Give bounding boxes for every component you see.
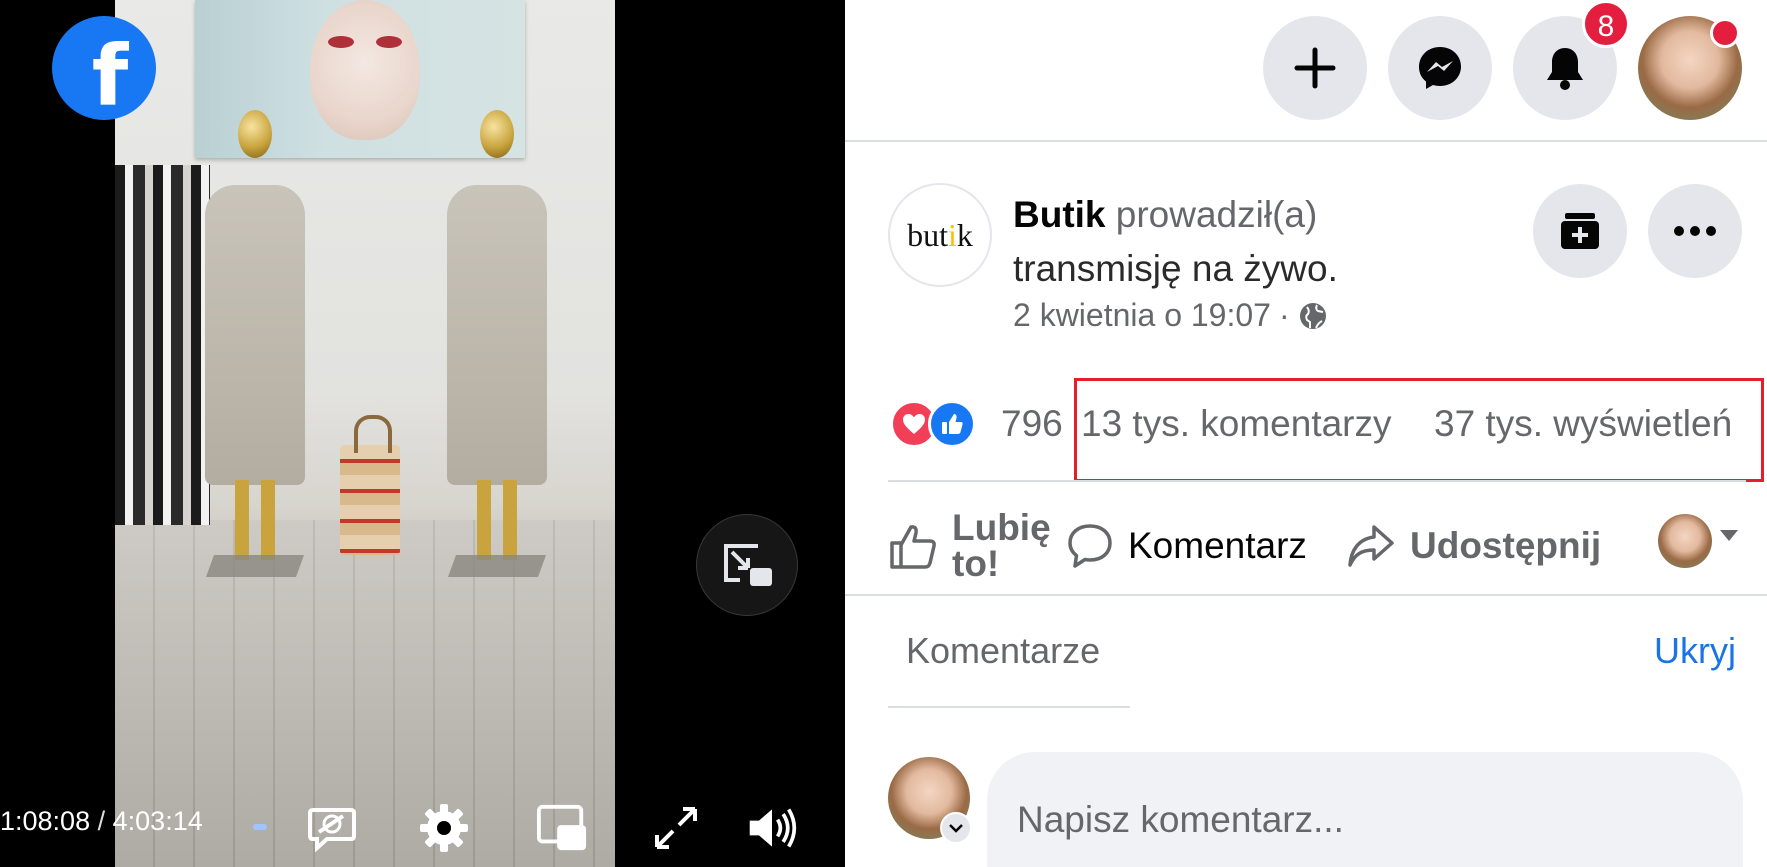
page-name[interactable]: Butik	[1013, 194, 1106, 235]
captions-off-icon[interactable]	[306, 802, 358, 854]
save-box-icon	[1561, 213, 1599, 249]
bell-icon	[1547, 48, 1583, 90]
share-label: Udostępnij	[1410, 525, 1602, 566]
page-logo-text: but	[907, 216, 948, 253]
divider	[888, 480, 1746, 482]
settings-icon[interactable]	[418, 802, 470, 854]
like-reaction-icon	[928, 400, 976, 448]
handbag	[340, 415, 400, 555]
ellipsis-icon	[1674, 226, 1716, 236]
comment-button[interactable]: Komentarz	[1066, 500, 1307, 592]
time-total: 4:03:14	[112, 806, 203, 836]
notification-badge: 8	[1582, 0, 1630, 48]
like-label: Lubię to!	[952, 507, 1051, 584]
reaction-count[interactable]: 796	[1001, 403, 1063, 445]
comments-count[interactable]: 13 tys. komentarzy	[1081, 403, 1392, 445]
page-logo-text-end: k	[956, 216, 973, 253]
action-bar: Lubię to! Komentarz Udostępnij	[888, 500, 1746, 592]
video-frame[interactable]	[115, 0, 615, 867]
post-header: Butik prowadził(a) transmisję na żywo.	[1013, 188, 1513, 296]
post-action-line2: transmisję na żywo.	[1013, 248, 1338, 289]
picture-face	[310, 0, 420, 140]
time-current: 1:08:08	[0, 806, 91, 836]
like-button[interactable]: Lubię to!	[888, 500, 1051, 592]
page-logo-dot: i	[948, 216, 957, 253]
more-options-button[interactable]	[1648, 184, 1742, 278]
minimize-icon	[724, 544, 772, 586]
page-logo[interactable]: but i k	[888, 183, 992, 287]
hide-comments-link[interactable]: Ukryj	[1654, 630, 1736, 672]
chevron-down-icon[interactable]	[1720, 530, 1738, 541]
profile-status-dot	[1710, 18, 1740, 48]
mannequin-right	[437, 110, 557, 577]
facebook-logo-letter: f	[91, 27, 129, 120]
share-arrow-icon	[1348, 525, 1394, 567]
comments-underline	[888, 706, 1130, 708]
minimize-video-button[interactable]	[696, 514, 798, 616]
comment-bubble-icon	[1068, 524, 1112, 568]
post-action-line1: prowadził(a)	[1115, 194, 1318, 235]
reaction-as-avatar[interactable]	[1658, 514, 1712, 568]
create-plus-icon	[1294, 47, 1336, 89]
video-player[interactable]: f 1:08:08 / 4:03:14	[0, 0, 845, 867]
comment-label: Komentarz	[1128, 525, 1307, 566]
divider	[845, 594, 1767, 596]
share-button[interactable]: Udostępnij	[1346, 500, 1601, 592]
facebook-logo[interactable]: f	[52, 16, 156, 120]
messenger-icon	[1419, 47, 1461, 89]
volume-icon[interactable]	[746, 802, 798, 854]
like-label-line1: Lubię	[952, 507, 1051, 548]
video-time: 1:08:08 / 4:03:14	[0, 806, 203, 837]
fullscreen-icon[interactable]	[650, 802, 702, 854]
post-timestamp[interactable]: 2 kwietnia o 19:07	[1013, 297, 1271, 334]
thumbs-up-icon	[890, 525, 936, 569]
reactions[interactable]	[890, 400, 976, 448]
save-post-button[interactable]	[1533, 184, 1627, 278]
progress-bar[interactable]	[253, 824, 267, 830]
like-label-line2: to!	[952, 543, 1000, 584]
globe-icon	[1299, 302, 1326, 329]
mannequin-left	[195, 110, 315, 577]
chevron-down-icon	[949, 824, 963, 833]
miniplayer-icon[interactable]	[536, 802, 588, 854]
post-meta: 2 kwietnia o 19:07 ·	[1013, 297, 1328, 334]
meta-separator: ·	[1278, 297, 1290, 333]
messenger-button[interactable]	[1388, 16, 1492, 120]
comments-heading: Komentarze	[906, 630, 1101, 671]
time-separator: /	[97, 806, 106, 836]
create-button[interactable]	[1263, 16, 1367, 120]
comment-input[interactable]	[987, 752, 1743, 867]
commenter-switch-button[interactable]	[940, 812, 972, 844]
video-controls: 1:08:08 / 4:03:14	[0, 790, 845, 867]
views-count: 37 tys. wyświetleń	[1434, 403, 1733, 444]
